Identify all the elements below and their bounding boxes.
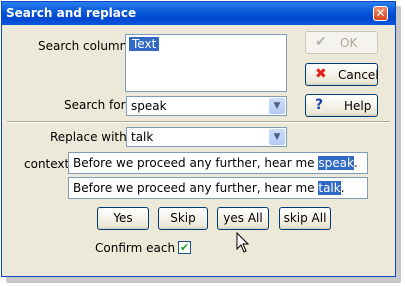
search-for-combo[interactable]: speak ▼ (126, 96, 287, 116)
cancel-button[interactable]: ✖ Cancel (305, 63, 379, 86)
chevron-down-icon[interactable]: ▼ (269, 98, 285, 114)
check-icon: ✔ (315, 34, 327, 50)
replace-with-value: talk (131, 130, 154, 144)
context-label: context (24, 157, 70, 171)
replace-with-label: Replace with (50, 130, 127, 144)
mouse-cursor-icon (236, 232, 250, 253)
context-before-suffix: . (353, 156, 358, 170)
context-after-text: Before we proceed any further, hear me t… (73, 181, 345, 195)
skip-button[interactable]: Skip (158, 207, 208, 230)
search-for-value: speak (131, 99, 167, 113)
help-button[interactable]: ? Help (305, 94, 378, 117)
title-bar[interactable]: Search and replace ✕ (2, 2, 395, 25)
context-after-field[interactable]: Before we proceed any further, hear me t… (68, 177, 368, 199)
checkmark-icon: ✔ (179, 241, 190, 254)
context-before-prefix: Before we proceed any further, hear me (73, 156, 319, 170)
yes-all-button[interactable]: yes All (217, 207, 269, 230)
context-after-match: talk (318, 181, 341, 195)
ok-label: OK (340, 36, 358, 50)
cancel-label: Cancel (338, 68, 379, 82)
context-after-suffix: . (340, 181, 345, 195)
window-title: Search and replace (6, 6, 137, 20)
confirm-each-checkbox[interactable]: ✔ (178, 241, 191, 254)
question-icon: ? (315, 97, 324, 113)
ok-button[interactable]: ✔ OK (305, 31, 378, 54)
search-column-label: Search column (38, 39, 128, 53)
context-before-match: speak (318, 156, 354, 170)
replace-with-combo[interactable]: talk ▼ (126, 127, 287, 147)
yes-button[interactable]: Yes (97, 207, 149, 230)
skip-all-button[interactable]: skip All (279, 207, 331, 230)
search-column-list[interactable]: Text (125, 34, 287, 92)
close-icon: ✕ (375, 6, 386, 20)
search-column-item-text[interactable]: Text (129, 37, 160, 51)
help-label: Help (344, 99, 372, 113)
separator (7, 121, 390, 123)
confirm-each-label: Confirm each (95, 241, 176, 255)
chevron-down-icon[interactable]: ▼ (269, 129, 285, 145)
context-after-prefix: Before we proceed any further, hear me (73, 181, 319, 195)
search-for-label: Search for (64, 98, 126, 112)
close-button[interactable]: ✕ (373, 6, 388, 21)
context-before-text: Before we proceed any further, hear me s… (73, 156, 358, 170)
search-replace-dialog: Search and replace ✕ Search column Text … (1, 1, 396, 277)
context-before-field[interactable]: Before we proceed any further, hear me s… (68, 152, 368, 174)
x-icon: ✖ (315, 66, 327, 82)
